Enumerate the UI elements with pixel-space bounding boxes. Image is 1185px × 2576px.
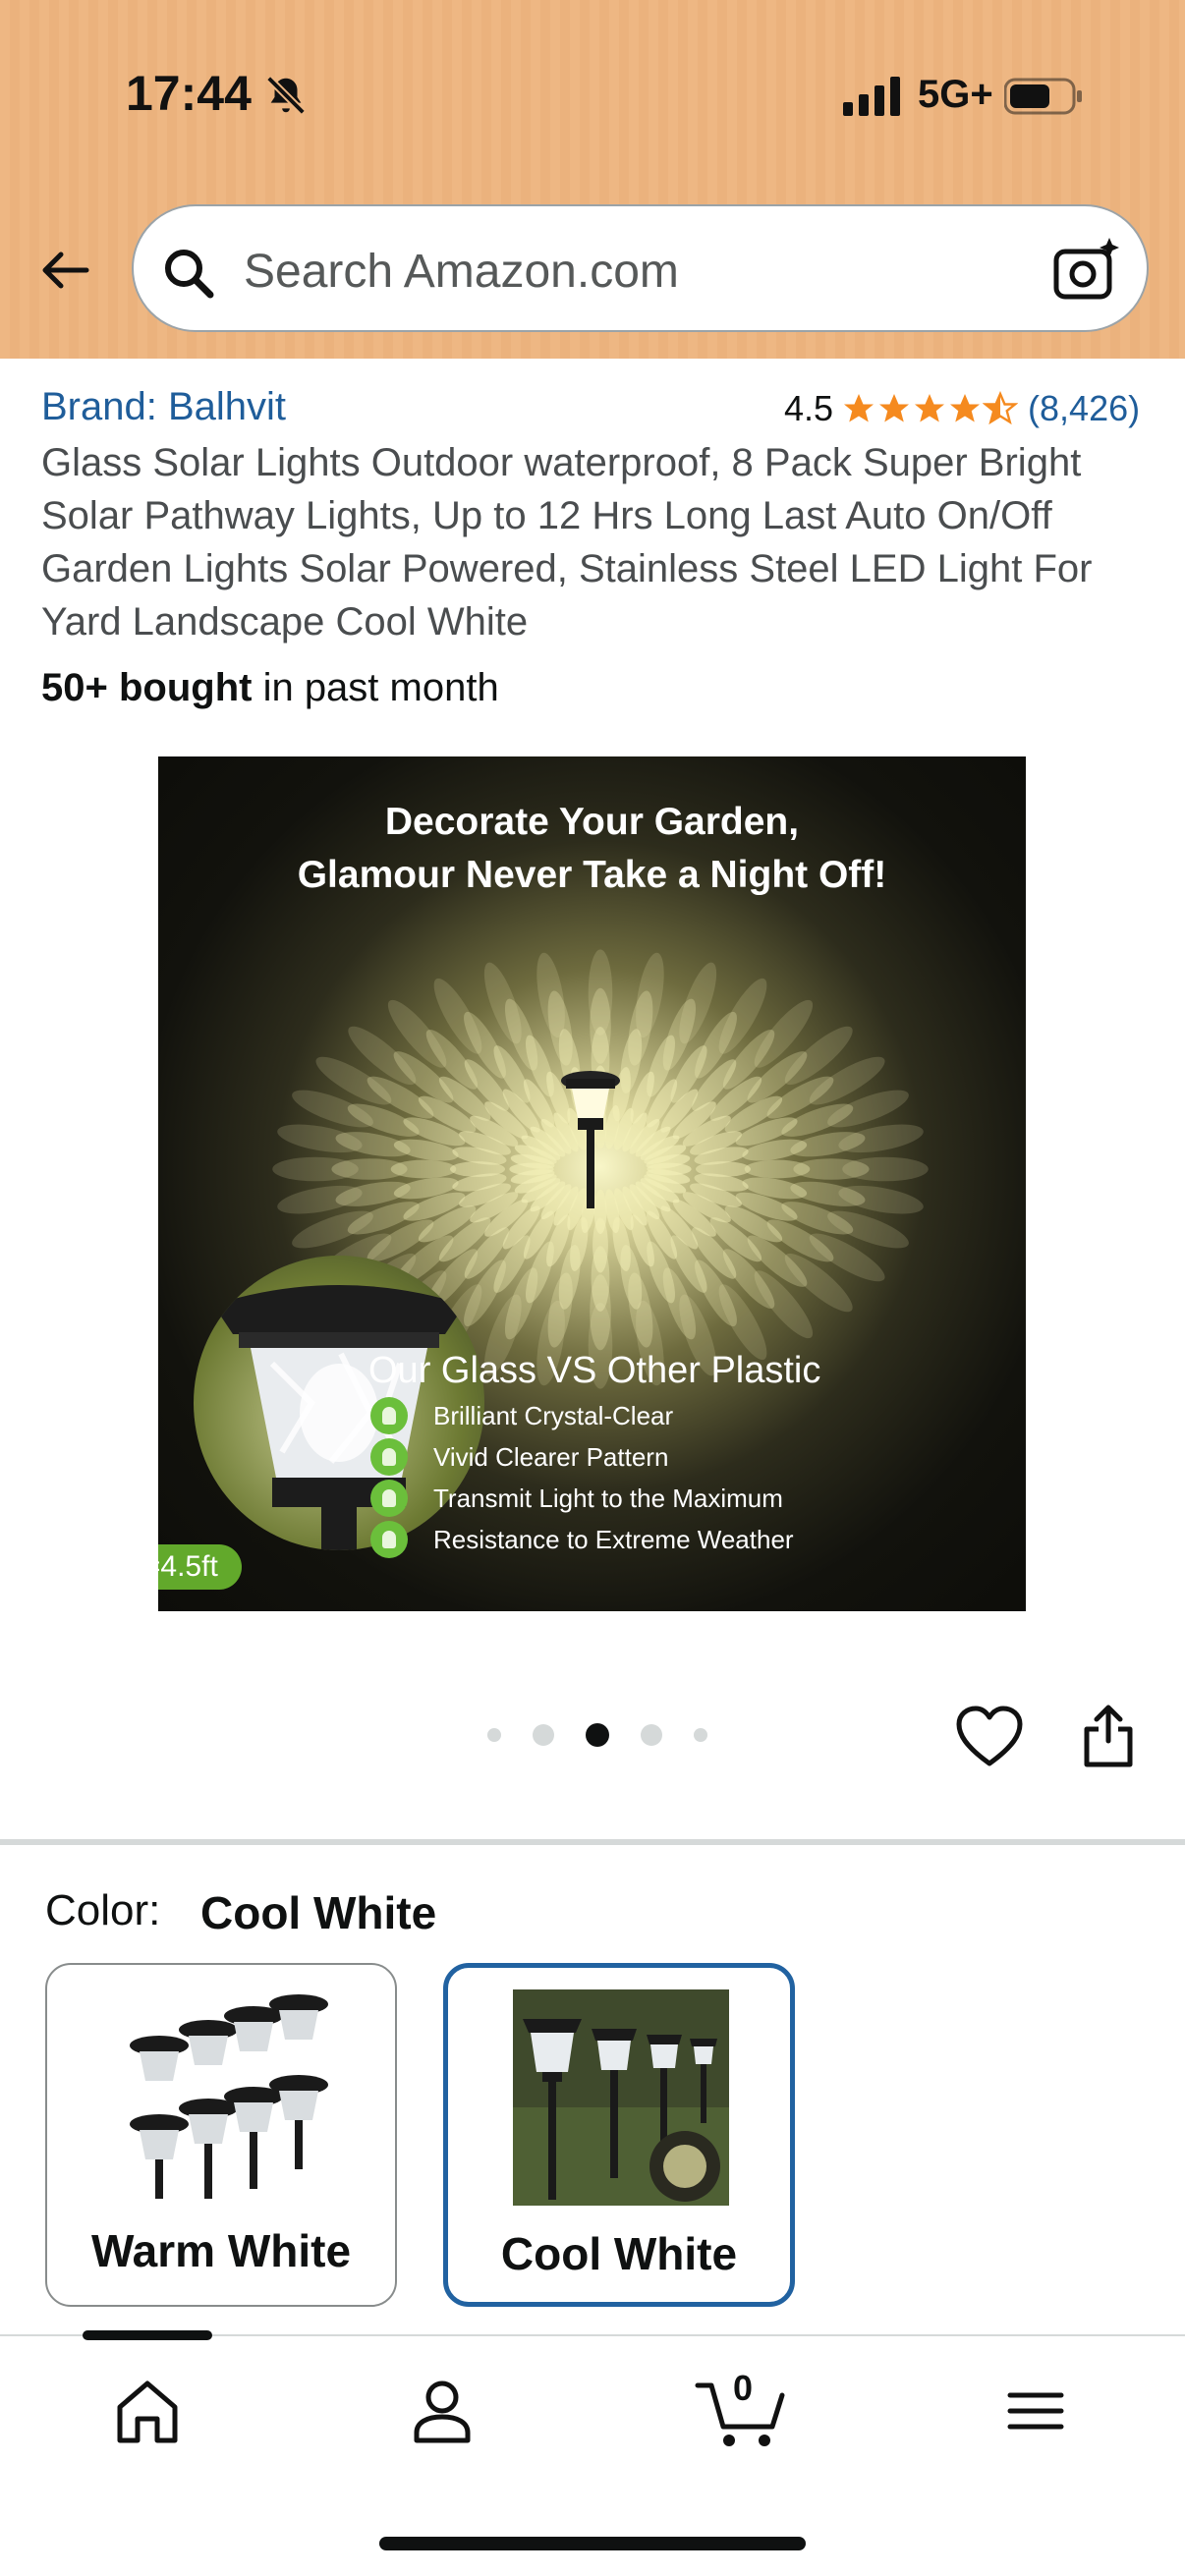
color-option-cool-white[interactable]: Cool White: [443, 1963, 795, 2307]
section-divider: [0, 1839, 1185, 1845]
carousel-dot[interactable]: [694, 1728, 707, 1742]
brand-link[interactable]: Brand: Balhvit: [41, 385, 286, 429]
light-ray: [842, 1156, 929, 1182]
pattern-icon: [370, 1438, 408, 1476]
share-icon[interactable]: [1079, 1702, 1138, 1770]
star-icon: [844, 394, 875, 422]
network-type: 5G+: [918, 73, 993, 116]
product-image[interactable]: Decorate Your Garden, Glamour Never Take…: [158, 756, 1026, 1611]
light-ray: [588, 949, 613, 1036]
rating[interactable]: 4.5 (8,426): [784, 385, 1140, 432]
light-ray: [272, 1156, 359, 1182]
bought-count: 50+ bought: [41, 666, 253, 709]
feature-list: Brilliant Crystal-Clear Vivid Clearer Pa…: [370, 1395, 794, 1560]
menu-icon[interactable]: [996, 2372, 1075, 2450]
back-arrow-icon[interactable]: [35, 241, 94, 300]
cool-white-thumbnail: [513, 1989, 729, 2206]
carousel-dot[interactable]: [487, 1728, 501, 1742]
product-title: Glass Solar Lights Outdoor waterproof, 8…: [41, 441, 1093, 644]
half-star-icon: [983, 391, 1019, 425]
light-icon: [370, 1480, 408, 1517]
bought-period: in past month: [252, 666, 499, 709]
radius-badge: R=4.5ft: [158, 1544, 242, 1590]
star-icon: [915, 394, 945, 422]
feature-item: Brilliant Crystal-Clear: [370, 1395, 794, 1436]
hero-headline-line2: Glamour Never Take a Night Off!: [297, 854, 887, 896]
color-option-label: Warm White: [90, 2225, 352, 2276]
search-bar[interactable]: [132, 204, 1149, 332]
search-input[interactable]: [244, 236, 990, 307]
account-icon[interactable]: [403, 2372, 481, 2450]
rating-value: 4.5: [784, 388, 834, 428]
bulb-icon: [370, 1397, 408, 1434]
cart-button[interactable]: 0: [694, 2368, 788, 2450]
signal-icon: [843, 77, 900, 116]
feature-item: Transmit Light to the Maximum: [370, 1478, 794, 1519]
star-rating: [841, 391, 1019, 426]
status-time: 17:44: [126, 66, 252, 121]
feature-item: Resistance to Extreme Weather: [370, 1519, 794, 1560]
wishlist-heart-icon[interactable]: [955, 1705, 1024, 1769]
solar-lamp-graphic: [561, 1071, 620, 1208]
home-indicator: [379, 2537, 806, 2550]
hero-headline-line1: Decorate Your Garden,: [384, 801, 800, 843]
review-count-link[interactable]: (8,426): [1028, 388, 1140, 429]
color-option-warm-white[interactable]: Warm White: [45, 1963, 397, 2307]
carousel-dot-active[interactable]: [586, 1723, 609, 1747]
carousel-dot[interactable]: [641, 1724, 662, 1746]
star-icon: [879, 394, 910, 422]
carousel-dot[interactable]: [533, 1724, 554, 1746]
color-label: Color:: [45, 1886, 161, 1934]
bought-info: 50+ bought in past month: [41, 666, 499, 710]
star-icon: [950, 394, 981, 422]
home-icon[interactable]: [108, 2372, 187, 2450]
carousel-dots: [487, 1723, 739, 1747]
warm-white-thumbnail: [130, 1994, 328, 2199]
compare-title: Our Glass VS Other Plastic: [368, 1350, 821, 1391]
hero-headline: Decorate Your Garden, Glamour Never Take…: [158, 796, 1026, 902]
battery-icon: [1004, 78, 1082, 115]
camera-search-icon[interactable]: [1052, 236, 1121, 305]
color-option-label: Cool White: [500, 2228, 738, 2279]
search-icon: [165, 250, 214, 299]
feature-item: Vivid Clearer Pattern: [370, 1436, 794, 1478]
color-selected-value: Cool White: [200, 1887, 437, 1938]
weather-icon: [370, 1521, 408, 1558]
header: 17:44 5G+: [0, 0, 1185, 359]
bell-slash-icon: [266, 76, 306, 115]
cart-count: 0: [733, 2368, 754, 2408]
active-tab-indicator: [83, 2330, 212, 2340]
